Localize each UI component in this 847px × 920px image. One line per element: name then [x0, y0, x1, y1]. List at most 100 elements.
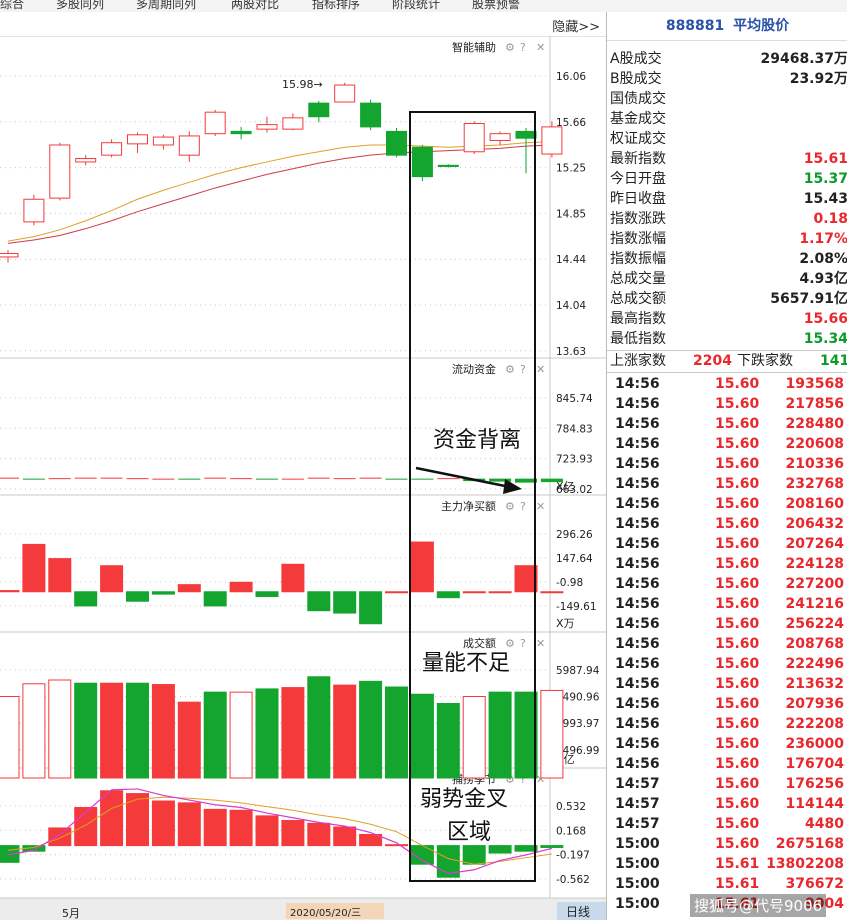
season-bar	[255, 815, 279, 847]
turnover-bar	[436, 703, 460, 779]
netbuy-bar	[255, 591, 279, 597]
tick-time: 14:57	[615, 816, 660, 832]
stat-row: 总成交量 4.93亿	[607, 269, 847, 289]
panel-title: 智能辅助	[452, 40, 496, 54]
tick-price: 15.60	[715, 616, 760, 632]
fund-bar	[74, 477, 97, 479]
menu-item[interactable]: 多股同列	[56, 0, 104, 12]
turnover-bar	[229, 691, 253, 779]
tick-time: 14:56	[615, 656, 660, 672]
tick-volume: 213632	[785, 676, 844, 692]
candle-body	[127, 134, 148, 145]
tick-row: 14:57 15.60 176256	[607, 774, 847, 794]
tick-price: 15.60	[715, 756, 760, 772]
menu-item[interactable]: 阶段统计	[392, 0, 440, 12]
candle-body	[437, 164, 459, 167]
stat-value: 15.37	[803, 171, 847, 187]
candle-body	[334, 84, 356, 103]
hide-panel-button[interactable]: 隐藏>>	[552, 16, 600, 35]
y-tick-label: 14.85	[556, 208, 586, 220]
tick-row: 15:00 15.61 376672	[607, 874, 847, 894]
y-tick-label: -0.562	[556, 874, 590, 886]
season-bar	[385, 844, 408, 847]
tick-time: 15:00	[615, 836, 660, 852]
season-bar	[514, 845, 538, 852]
stat-row: 昨日收盘 15.43	[607, 189, 847, 209]
y-tick-label: 5987.94	[556, 665, 600, 677]
fund-bar	[515, 478, 537, 483]
close-icon: ✕	[536, 637, 545, 650]
netbuy-bar	[0, 590, 20, 593]
chart-area[interactable]: 智能辅助 ⚙? ✕16.0615.6615.2514.8514.4414.0413.…	[0, 36, 606, 920]
tick-price: 15.60	[715, 736, 760, 752]
stat-label: 权证成交	[610, 131, 666, 147]
stat-label: 昨日收盘	[610, 191, 666, 207]
y-tick-label: 147.64	[556, 553, 593, 565]
netbuy-bar	[177, 584, 201, 593]
tick-time: 14:56	[615, 676, 660, 692]
stat-label: B股成交	[610, 71, 662, 87]
candle-body	[282, 117, 304, 130]
turnover-bar	[540, 689, 564, 779]
tick-volume: 217856	[785, 396, 844, 412]
tick-price: 15.60	[715, 816, 760, 832]
y-tick-label: 14.44	[556, 254, 586, 266]
turnover-bar	[100, 682, 124, 779]
netbuy-bar	[488, 591, 512, 594]
tick-price: 15.61	[715, 876, 760, 892]
tick-time: 14:56	[615, 696, 660, 712]
menu-item[interactable]: 综合	[0, 0, 24, 12]
help-icon: ?	[520, 637, 526, 650]
stat-label: 最新指数	[610, 151, 666, 167]
stat-row: 最高指数 15.66	[607, 309, 847, 329]
season-bar	[462, 845, 486, 865]
tick-row: 14:56 15.60 228480	[607, 414, 847, 434]
tick-price: 15.60	[715, 536, 760, 552]
tick-volume: 227200	[785, 576, 844, 592]
tick-row: 14:56 15.60 193568	[607, 374, 847, 394]
fund-bar	[540, 478, 563, 483]
candle-body	[256, 124, 278, 130]
stat-label: 指数涨幅	[610, 231, 666, 247]
tick-volume: 114144	[785, 796, 844, 812]
season-bar	[100, 790, 124, 847]
tick-row: 14:57 15.60 114144	[607, 794, 847, 814]
fund-bar	[230, 478, 253, 480]
tick-time: 14:56	[615, 456, 660, 472]
tick-price: 15.60	[715, 516, 760, 532]
tick-volume: 236000	[785, 736, 844, 752]
tick-time: 14:56	[615, 556, 660, 572]
down-count: 1411	[820, 353, 847, 369]
turnover-bar	[74, 682, 98, 779]
tick-time: 15:00	[615, 856, 660, 872]
tick-price: 15.60	[715, 796, 760, 812]
turnover-bar	[410, 693, 434, 779]
tick-price: 15.60	[715, 396, 760, 412]
tick-volume: 208768	[785, 636, 844, 652]
tick-price: 15.60	[715, 636, 760, 652]
stat-row: 指数涨幅 1.17%	[607, 229, 847, 249]
netbuy-bar	[540, 591, 564, 594]
menu-item[interactable]: 股票预警	[472, 0, 520, 12]
season-bar	[151, 800, 175, 847]
turnover-bar	[307, 676, 331, 779]
menu-item[interactable]: 两股对比	[231, 0, 279, 12]
menu-item[interactable]: 指标排序	[312, 0, 360, 12]
netbuy-bar	[74, 591, 98, 607]
candle-body	[204, 111, 226, 135]
tick-volume: 208160	[785, 496, 844, 512]
tick-volume: 2675168	[775, 836, 844, 852]
candle-body	[308, 102, 330, 118]
stat-value: 15.61	[803, 151, 847, 167]
tick-price: 15.60	[715, 556, 760, 572]
season-bar	[74, 807, 98, 847]
stat-label: 最高指数	[610, 311, 666, 327]
y-tick-label: 784.83	[556, 423, 593, 435]
candle-body	[23, 198, 45, 223]
season-bar	[333, 826, 357, 847]
tick-time: 14:56	[615, 576, 660, 592]
tick-price: 15.60	[715, 576, 760, 592]
tick-price: 15.60	[715, 656, 760, 672]
stat-label: 最低指数	[610, 331, 666, 347]
menu-item[interactable]: 多周期同列	[136, 0, 196, 12]
